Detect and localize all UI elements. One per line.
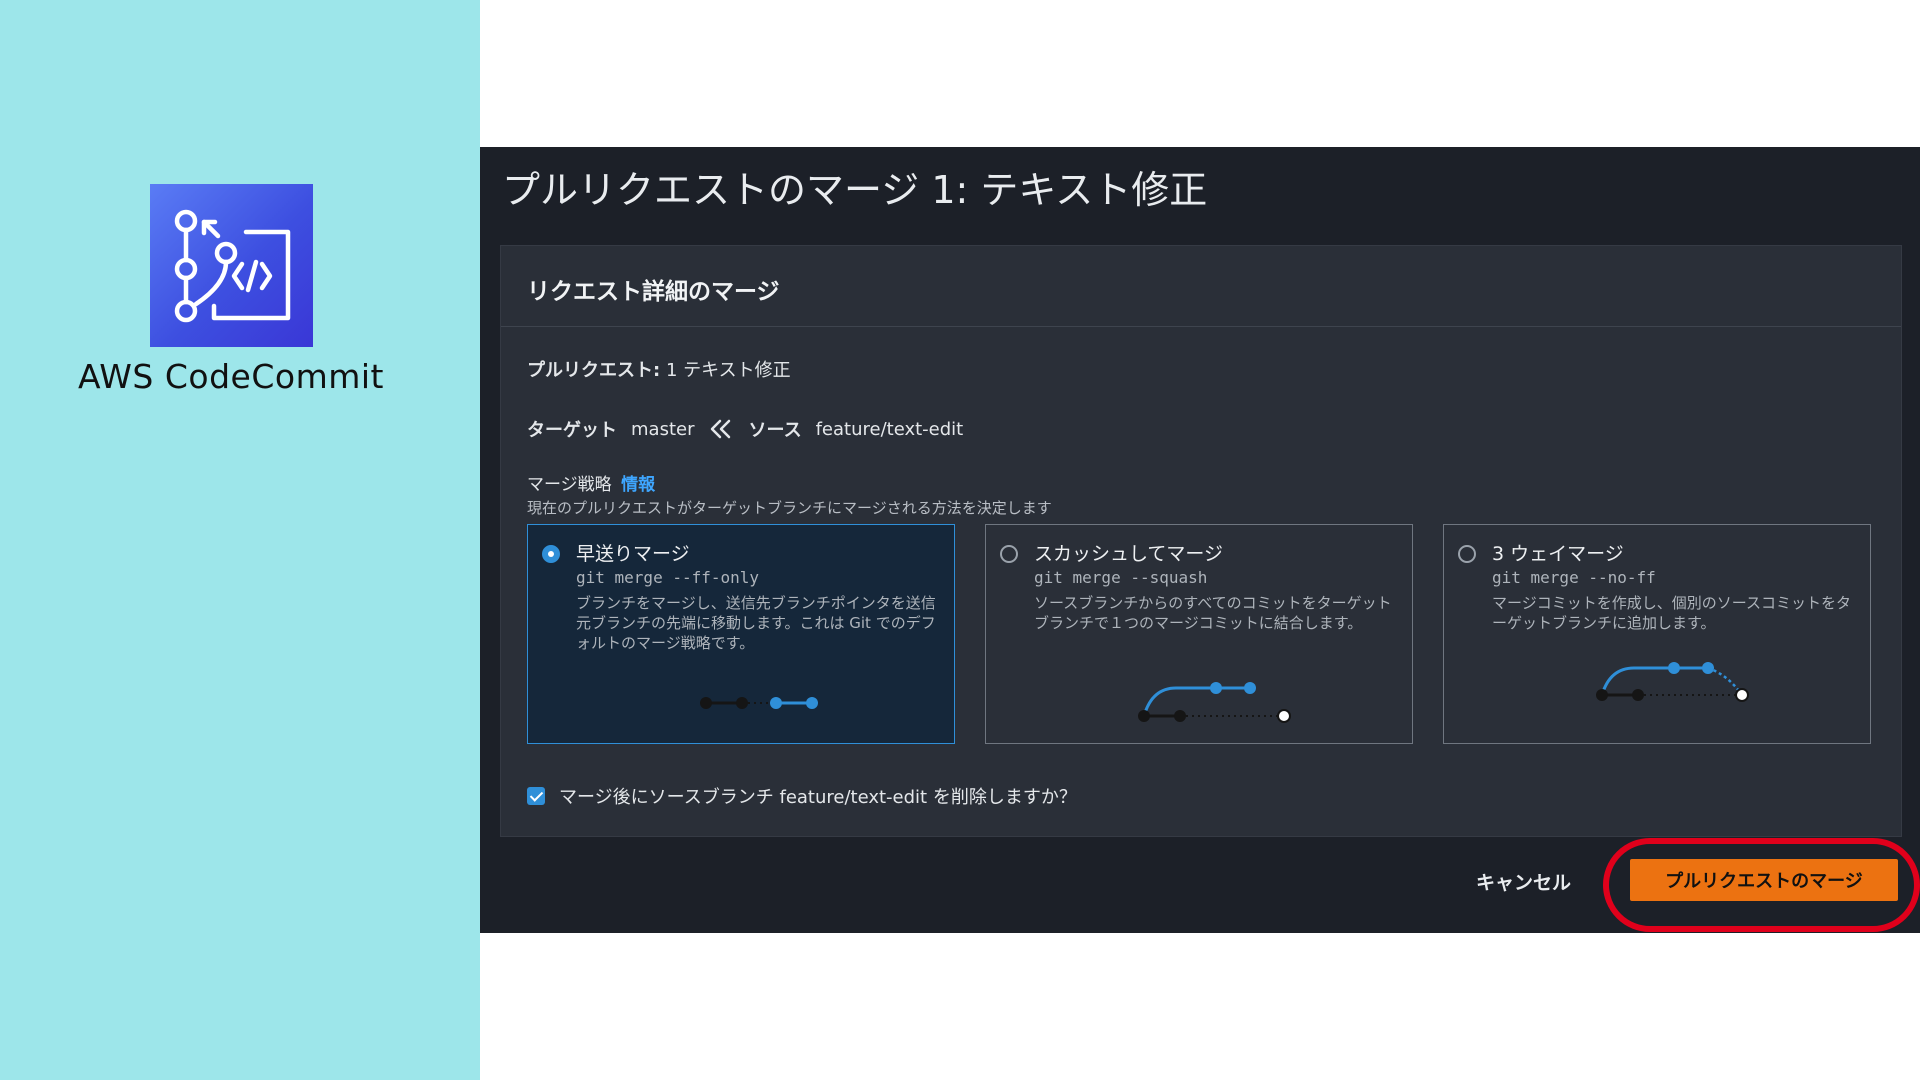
merge-strategy-label: マージ戦略 情報 xyxy=(527,470,655,495)
strategy-option-three-way[interactable]: 3 ウェイマージ git merge --no-ff マージコミットを作成し、個… xyxy=(1443,524,1871,744)
delete-branch-row: マージ後にソースブランチ feature/text-edit を削除しますか？ xyxy=(527,783,1077,809)
codecommit-icon xyxy=(150,184,313,347)
left-panel: AWS CodeCommit xyxy=(0,0,480,1080)
pull-request-label: プルリクエスト: xyxy=(527,360,661,381)
delete-branch-checkbox[interactable] xyxy=(527,787,545,805)
branch-row: ターゲット master ソース feature/text-edit xyxy=(527,416,963,442)
delete-branch-prefix: マージ後にソースブランチ xyxy=(559,787,774,808)
delete-branch-label[interactable]: マージ後にソースブランチ feature/text-edit を削除しますか？ xyxy=(559,783,1077,809)
card-header: リクエスト詳細のマージ xyxy=(501,246,1901,327)
pull-request-row: プルリクエスト: 1 テキスト修正 xyxy=(527,356,791,382)
cancel-button[interactable]: キャンセル xyxy=(1470,867,1577,896)
strategy-option-squash[interactable]: スカッシュしてマージ git merge --squash ソースブランチからの… xyxy=(985,524,1413,744)
fast-forward-graph-icon xyxy=(700,697,818,709)
source-branch: feature/text-edit xyxy=(815,418,964,440)
strategy-option-fast-forward[interactable]: 早送りマージ git merge --ff-only ブランチをマージし、送信先… xyxy=(527,524,955,744)
target-label: ターゲット xyxy=(527,420,617,441)
page-title: プルリクエストのマージ 1: テキスト修正 xyxy=(502,168,1208,212)
source-label: ソース xyxy=(748,420,802,441)
pull-request-value: 1 テキスト修正 xyxy=(665,360,791,381)
merge-dialog-screenshot: プルリクエストのマージ 1: テキスト修正 リクエスト詳細のマージ プルリクエス… xyxy=(480,147,1920,933)
logo-caption: AWS CodeCommit xyxy=(78,357,384,396)
double-chevron-left-icon xyxy=(708,418,734,440)
merge-details-card: リクエスト詳細のマージ プルリクエスト: 1 テキスト修正 ターゲット mast… xyxy=(500,245,1902,837)
target-branch: master xyxy=(631,418,695,440)
card-title: リクエスト詳細のマージ xyxy=(527,279,780,305)
merge-pull-request-button[interactable]: プルリクエストのマージ xyxy=(1630,859,1898,901)
info-link[interactable]: 情報 xyxy=(621,475,655,495)
merge-strategy-text: マージ戦略 xyxy=(527,475,612,495)
delete-branch-suffix: を削除しますか？ xyxy=(932,787,1077,808)
merge-strategy-description: 現在のプルリクエストがターゲットブランチにマージされる方法を決定します xyxy=(527,499,1052,517)
squash-graph-icon xyxy=(1138,682,1291,723)
delete-branch-name: feature/text-edit xyxy=(779,787,928,808)
three-way-graph-icon xyxy=(1596,662,1749,702)
